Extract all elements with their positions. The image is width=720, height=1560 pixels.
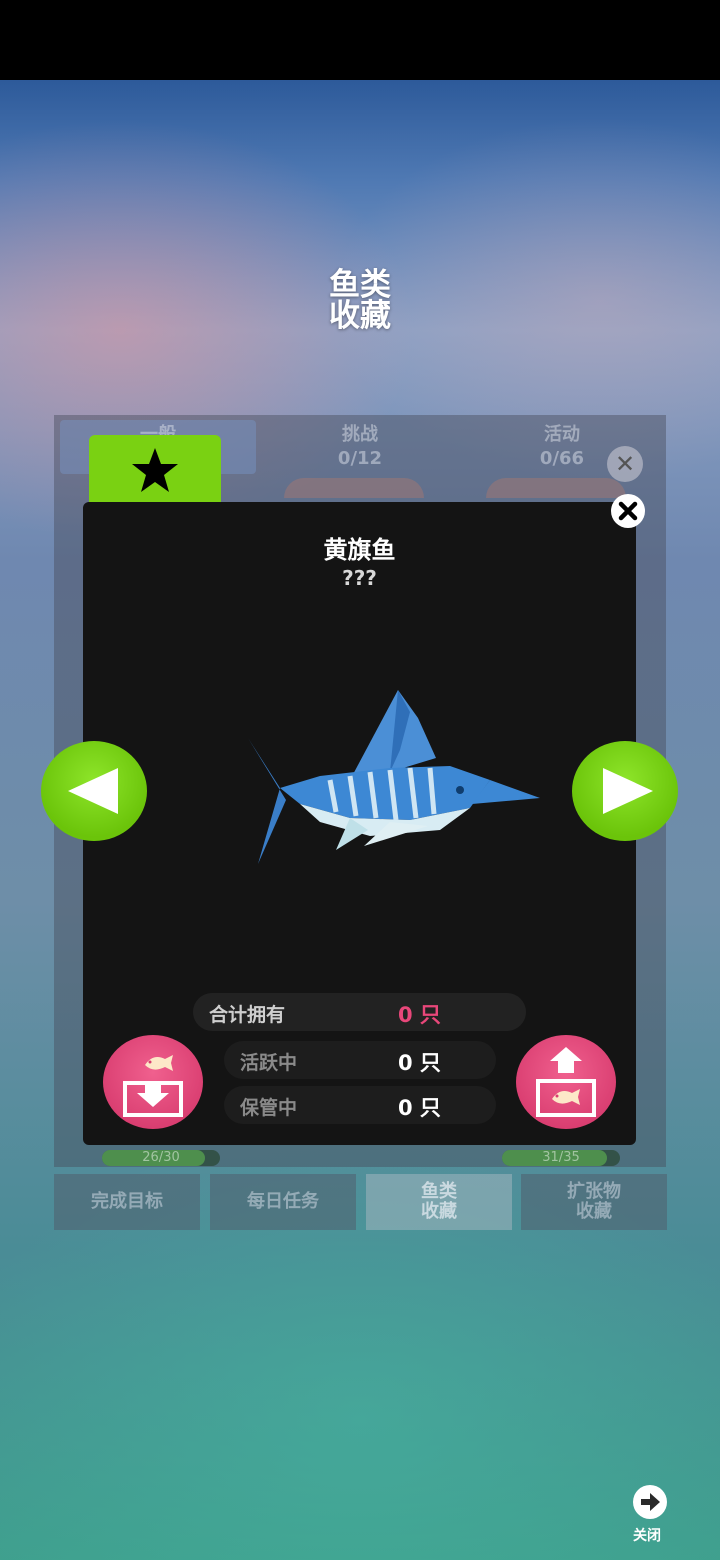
page-title-line2: 收藏	[329, 298, 391, 334]
fish-card[interactable]	[284, 478, 424, 498]
prev-arrow-icon	[68, 768, 118, 814]
stat-active-label: 活跃中	[240, 1052, 298, 1074]
marlin-image	[248, 690, 540, 864]
tab-expansion-line1: 扩张物	[567, 1181, 621, 1202]
star-icon	[132, 448, 178, 492]
favorite-tab[interactable]	[89, 435, 221, 505]
fish-out-icon	[536, 1047, 596, 1117]
stat-total: 合计拥有 0 只	[193, 993, 526, 1031]
fish-in-icon	[123, 1055, 183, 1117]
stat-stored-label: 保管中	[240, 1097, 298, 1119]
stat-total-value: 0 只	[398, 1003, 441, 1027]
progress-text: 31/35	[542, 1150, 580, 1165]
next-arrow-icon	[603, 768, 653, 814]
stat-stored: 保管中 0 只	[224, 1086, 496, 1124]
progress-bar-left: 26/30	[102, 1150, 220, 1166]
tab-daily-tasks[interactable]: 每日任务	[210, 1174, 356, 1230]
tab-fish-collection-line2: 收藏	[421, 1201, 457, 1222]
fish-name: 黄旗鱼	[323, 536, 396, 564]
previous-fish-button[interactable]	[41, 741, 147, 841]
stat-stored-value: 0 只	[398, 1096, 441, 1120]
close-button-label: 关闭	[633, 1528, 661, 1544]
progress-text: 26/30	[142, 1150, 180, 1165]
release-fish-button[interactable]	[516, 1035, 616, 1129]
tab-fish-collection[interactable]: 鱼类 收藏	[366, 1174, 512, 1230]
panel-close-button[interactable]: ✕	[607, 446, 643, 482]
tab-goals-label: 完成目标	[91, 1191, 163, 1212]
tab-fish-collection-line1: 鱼类	[421, 1181, 457, 1202]
close-button-circle	[633, 1485, 667, 1519]
fish-card[interactable]	[486, 478, 626, 498]
tab-daily-tasks-label: 每日任务	[247, 1191, 319, 1212]
store-fish-button[interactable]	[103, 1035, 203, 1129]
status-bar	[0, 0, 720, 80]
next-fish-button[interactable]	[572, 741, 678, 841]
tab-expansion-collection[interactable]: 扩张物 收藏	[521, 1174, 667, 1230]
page-title: 鱼类 收藏	[0, 270, 720, 332]
page-title-line1: 鱼类	[329, 267, 391, 303]
close-button[interactable]: 关闭	[632, 1485, 668, 1545]
fish-subtitle: ???	[342, 566, 377, 590]
stat-active-value: 0 只	[398, 1051, 441, 1075]
stat-active: 活跃中 0 只	[224, 1041, 496, 1079]
stat-total-label: 合计拥有	[209, 1004, 286, 1026]
arrow-right-icon	[641, 1493, 660, 1511]
tab-goals[interactable]: 完成目标	[54, 1174, 200, 1230]
tab-challenge[interactable]: 挑战 0/12	[262, 420, 458, 474]
progress-bar-right: 31/35	[502, 1150, 620, 1166]
modal-close-button[interactable]	[611, 494, 645, 528]
tab-expansion-line2: 收藏	[576, 1201, 612, 1222]
tab-challenge-count: 0/12	[337, 448, 383, 469]
tab-challenge-label: 挑战	[342, 424, 378, 445]
close-icon	[618, 501, 638, 521]
tab-event-label: 活动	[544, 424, 580, 445]
